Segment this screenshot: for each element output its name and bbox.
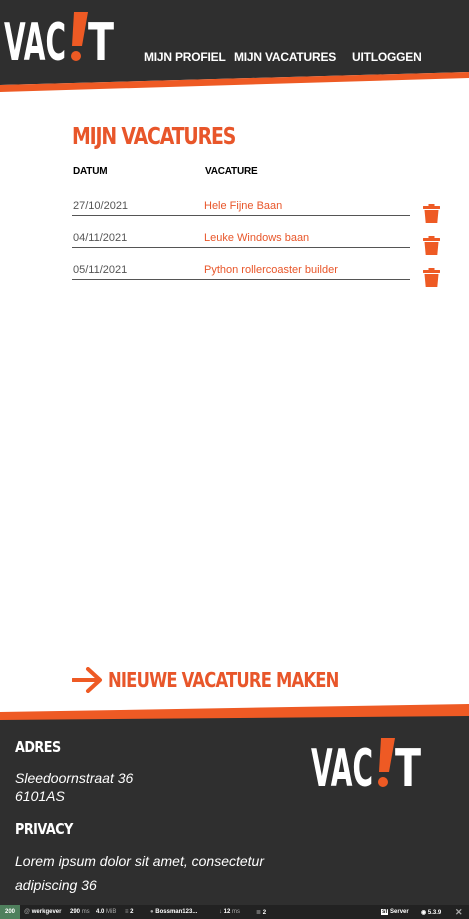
footer-vacit-logo: VAC T xyxy=(311,738,421,790)
nav-mijn-vacatures[interactable]: MIJN VACATURES xyxy=(234,50,336,64)
nav-mijn-profiel[interactable]: MIJN PROFIEL xyxy=(144,50,226,64)
footer-background xyxy=(0,704,469,905)
layers-item[interactable]: ≡ 2 xyxy=(125,909,134,915)
privacy-heading: PRIVACY xyxy=(15,820,73,838)
table-row: 04/11/2021 Leuke Windows baan xyxy=(72,226,410,248)
column-header-vacancy: VACATURE xyxy=(205,166,258,177)
database-icon: ≣ xyxy=(256,910,263,916)
privacy-text: Lorem ipsum dolor sit amet, consectetur xyxy=(15,853,264,869)
page: VAC T MIJN PROFIEL MIJN VACATURES UITLOG… xyxy=(0,0,469,919)
time-item[interactable]: 290 ms xyxy=(70,909,90,915)
db-item[interactable]: ≣ 2 xyxy=(256,909,266,916)
footer xyxy=(0,700,469,905)
close-icon[interactable]: ✕ xyxy=(455,907,463,918)
privacy-text-continued: adipiscing 36 xyxy=(15,877,97,893)
debug-toolbar: 200 @ werkgever 290 ms 4.0 MiB ≡ 2 ● Bos… xyxy=(0,905,469,919)
symfony-logo-icon: ◉ xyxy=(421,910,428,916)
symfony-icon: sf xyxy=(381,909,389,915)
header: VAC T MIJN PROFIEL MIJN VACATURES UITLOG… xyxy=(0,0,469,92)
table-row: 05/11/2021 Python rollercoaster builder xyxy=(72,258,410,280)
postal-code: 6101AS xyxy=(15,788,65,804)
requests-item[interactable]: ↓ 12 ms xyxy=(219,909,240,915)
svg-text:T: T xyxy=(395,739,421,790)
row-vacancy-link[interactable]: Python rollercoaster builder xyxy=(204,264,338,276)
memory-item[interactable]: 4.0 MiB xyxy=(96,909,116,915)
server-item[interactable]: sf Server xyxy=(381,909,409,915)
trash-icon[interactable] xyxy=(423,204,440,223)
nav-uitloggen[interactable]: UITLOGGEN xyxy=(352,50,422,64)
route-item[interactable]: @ werkgever xyxy=(24,909,61,915)
address-line: Sleedoornstraat 36 xyxy=(15,770,134,786)
row-date: 05/11/2021 xyxy=(73,264,128,276)
address-heading: ADRES xyxy=(15,738,61,756)
page-title: MIJN VACATURES xyxy=(72,124,236,150)
arrow-right-icon xyxy=(72,667,102,693)
status-code[interactable]: 200 xyxy=(0,905,20,919)
trash-icon[interactable] xyxy=(423,236,440,255)
svg-text:VAC: VAC xyxy=(311,739,373,790)
main-nav: MIJN PROFIEL MIJN VACATURES UITLOGGEN xyxy=(0,50,469,66)
row-date: 04/11/2021 xyxy=(73,232,128,244)
row-date: 27/10/2021 xyxy=(73,200,129,212)
version-item[interactable]: ◉ 5.3.9 xyxy=(421,909,441,916)
table-row: 27/10/2021 Hele Fijne Baan xyxy=(72,194,410,216)
trash-icon[interactable] xyxy=(423,268,440,287)
row-vacancy-link[interactable]: Hele Fijne Baan xyxy=(204,200,282,212)
user-item[interactable]: ● Bossman123... xyxy=(150,909,197,915)
row-vacancy-link[interactable]: Leuke Windows baan xyxy=(204,232,309,244)
new-vacancy-label: NIEUWE VACATURE MAKEN xyxy=(108,668,339,692)
column-header-date: DATUM xyxy=(73,166,108,177)
